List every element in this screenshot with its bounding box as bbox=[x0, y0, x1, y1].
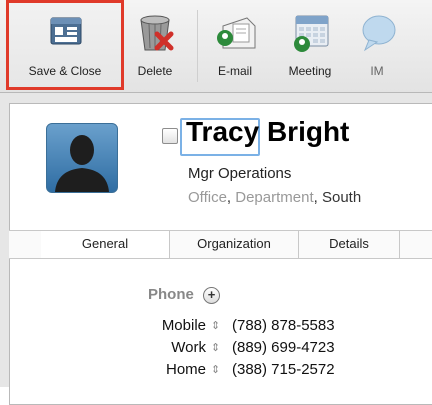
tab-separator bbox=[399, 231, 400, 258]
email-label: E-mail bbox=[217, 64, 252, 78]
toolbar-separator bbox=[197, 10, 198, 82]
first-name[interactable]: Tracy bbox=[186, 116, 259, 147]
phone-label-work[interactable]: Work bbox=[126, 339, 206, 356]
save-close-icon bbox=[50, 17, 82, 45]
tab-bar: General Organization Details bbox=[9, 230, 432, 259]
save-close-label: Save & Close bbox=[28, 64, 102, 78]
phone-label-home[interactable]: Home bbox=[126, 361, 206, 378]
meeting-label: Meeting bbox=[288, 64, 332, 78]
trash-icon bbox=[140, 15, 174, 51]
person-silhouette-icon bbox=[55, 135, 109, 192]
phone-label-mobile[interactable]: Mobile bbox=[126, 317, 206, 334]
meeting-button[interactable]: Meeting bbox=[276, 0, 344, 90]
add-phone-button[interactable]: + bbox=[203, 287, 220, 304]
tab-organization[interactable]: Organization bbox=[170, 231, 298, 258]
phone-heading: Phone bbox=[148, 286, 194, 303]
contact-name: Tracy Bright bbox=[186, 116, 349, 148]
im-button[interactable]: IM bbox=[352, 0, 402, 90]
stepper-arrows-icon[interactable]: ⇕ bbox=[211, 319, 220, 332]
phone-number-home[interactable]: (388) 715-2572 bbox=[232, 361, 335, 378]
stepper-arrows-icon[interactable]: ⇕ bbox=[211, 341, 220, 354]
last-name[interactable]: Bright bbox=[267, 116, 349, 147]
tab-general[interactable]: General bbox=[41, 231, 169, 258]
delete-label: Delete bbox=[137, 64, 173, 78]
org-company[interactable]: South bbox=[322, 189, 361, 206]
email-button[interactable]: E-mail bbox=[206, 0, 264, 90]
phone-number-work[interactable]: (889) 699-4723 bbox=[232, 339, 335, 356]
email-icon bbox=[217, 17, 256, 49]
job-title[interactable]: Mgr Operations bbox=[188, 165, 291, 182]
im-label: IM bbox=[370, 64, 384, 78]
save-close-button[interactable]: Save & Close bbox=[6, 0, 124, 90]
toolbar: Save & Close Delete E-mail Meeting IM bbox=[0, 0, 432, 93]
org-department[interactable]: Department bbox=[235, 189, 313, 206]
avatar[interactable] bbox=[46, 123, 118, 193]
organization-line: Office, Department, South bbox=[188, 189, 362, 206]
stepper-arrows-icon[interactable]: ⇕ bbox=[211, 363, 220, 376]
delete-button[interactable]: Delete bbox=[128, 0, 182, 90]
chat-bubble-icon bbox=[362, 15, 396, 52]
plus-icon: + bbox=[207, 287, 216, 302]
calendar-icon bbox=[294, 15, 329, 52]
phone-number-mobile[interactable]: (788) 878-5583 bbox=[232, 317, 335, 334]
org-office[interactable]: Office bbox=[188, 189, 227, 206]
contact-checkbox[interactable] bbox=[162, 128, 178, 144]
tab-details[interactable]: Details bbox=[299, 231, 399, 258]
